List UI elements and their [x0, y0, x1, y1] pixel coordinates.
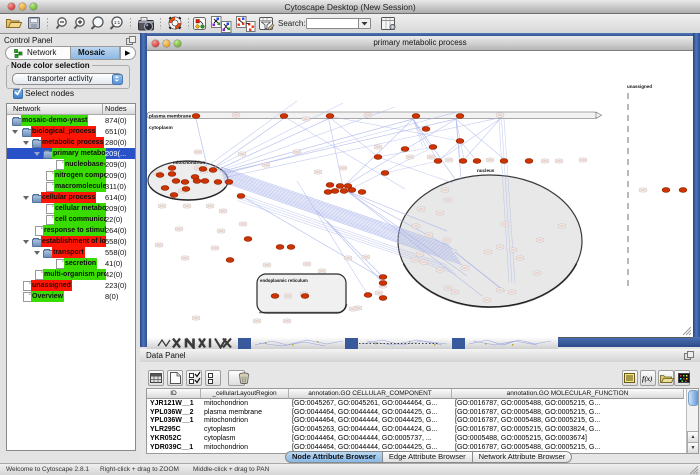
- svg-text:unassigned: unassigned: [627, 84, 652, 89]
- svg-text:mitochondrion: mitochondrion: [173, 160, 205, 165]
- svg-text:nucleus: nucleus: [477, 168, 495, 173]
- svg-text:endoplasmic reticulum: endoplasmic reticulum: [260, 278, 308, 283]
- svg-text:cytoplasm: cytoplasm: [149, 125, 173, 131]
- svg-text:Search:: Search:: [278, 19, 306, 28]
- svg-text:f(x): f(x): [642, 375, 653, 383]
- svg-text:1:1: 1:1: [114, 20, 121, 25]
- svg-text:plasma membrane: plasma membrane: [149, 114, 191, 120]
